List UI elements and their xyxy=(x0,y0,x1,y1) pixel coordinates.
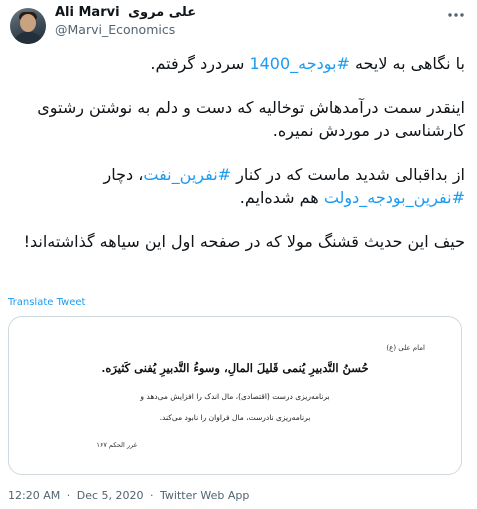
tweet-text-span: سردرد گرفتم. xyxy=(150,54,250,73)
quote-translation-line-2: برنامه‌ریزی نادرست، مال فراوان را نابود … xyxy=(159,413,311,422)
author-name-persian: علی مروی xyxy=(128,5,197,20)
tweet-paragraph-3: از بداقبالی شدید ماست که در کنار #نفرین_… xyxy=(10,163,466,210)
more-options-icon[interactable] xyxy=(446,8,466,22)
translate-tweet-link[interactable]: Translate Tweet xyxy=(8,297,85,308)
tweet-text-span: هم شده‌ایم. xyxy=(239,188,324,207)
hashtag-government-budget-curse[interactable]: #نفرین_بودجه_دولت xyxy=(324,188,465,207)
tweet-paragraph-2: اینقدر سمت درآمدهاش توخالیه که دست و دلم… xyxy=(37,97,465,141)
hashtag-budget-1400[interactable]: #بودجه_1400 xyxy=(249,54,349,73)
tweet-meta: 12:20 AM · Dec 5, 2020 · Twitter Web App xyxy=(8,489,249,502)
tweet-text-span: ، دچار xyxy=(103,164,144,184)
tweet-paragraph-4: حیف این حدیث قشنگ مولا که در صفحه اول ای… xyxy=(23,231,465,251)
meta-separator: · xyxy=(66,489,71,502)
tweet-text-span: از بداقبالی شدید ماست که در کنار xyxy=(231,164,465,184)
tweet-header: Ali Marvi علی مروی @Marvi_Economics xyxy=(0,0,477,50)
meta-separator: · xyxy=(150,489,154,502)
author-name-latin: Ali Marvi xyxy=(55,5,120,20)
tweet-text: با نگاهی به لایحه #بودجه_1400 سردرد گرفت… xyxy=(10,52,465,273)
quote-source: امام علی (ع) xyxy=(386,344,425,352)
tweet-client[interactable]: Twitter Web App xyxy=(160,489,249,502)
quote-translation-line-1: برنامه‌ریزی درست (اقتصادی)، مال اندک را … xyxy=(140,392,330,401)
tweet-text-span: با نگاهی به لایحه xyxy=(349,54,465,73)
quote-arabic: حُسنُ التَّدبیرِ یُنمی قَلیلَ المالِ، وس… xyxy=(101,361,369,375)
quote-reference: غرر الحکم ۱۶۷ xyxy=(96,441,137,449)
tweet-date[interactable]: Dec 5, 2020 xyxy=(77,489,144,502)
tweet-time[interactable]: 12:20 AM xyxy=(8,489,60,502)
tweet-image[interactable]: امام علی (ع) حُسنُ التَّدبیرِ یُنمی قَلی… xyxy=(8,316,462,475)
avatar[interactable] xyxy=(10,8,46,44)
avatar-face xyxy=(20,14,36,32)
tweet-paragraph-1: با نگاهی به لایحه #بودجه_1400 سردرد گرفت… xyxy=(10,52,465,76)
hashtag-oil-curse[interactable]: #نفرین_نفت xyxy=(143,165,231,184)
avatar-body xyxy=(14,32,42,44)
author-name[interactable]: Ali Marvi علی مروی xyxy=(55,5,196,21)
author-handle[interactable]: @Marvi_Economics xyxy=(55,22,175,37)
